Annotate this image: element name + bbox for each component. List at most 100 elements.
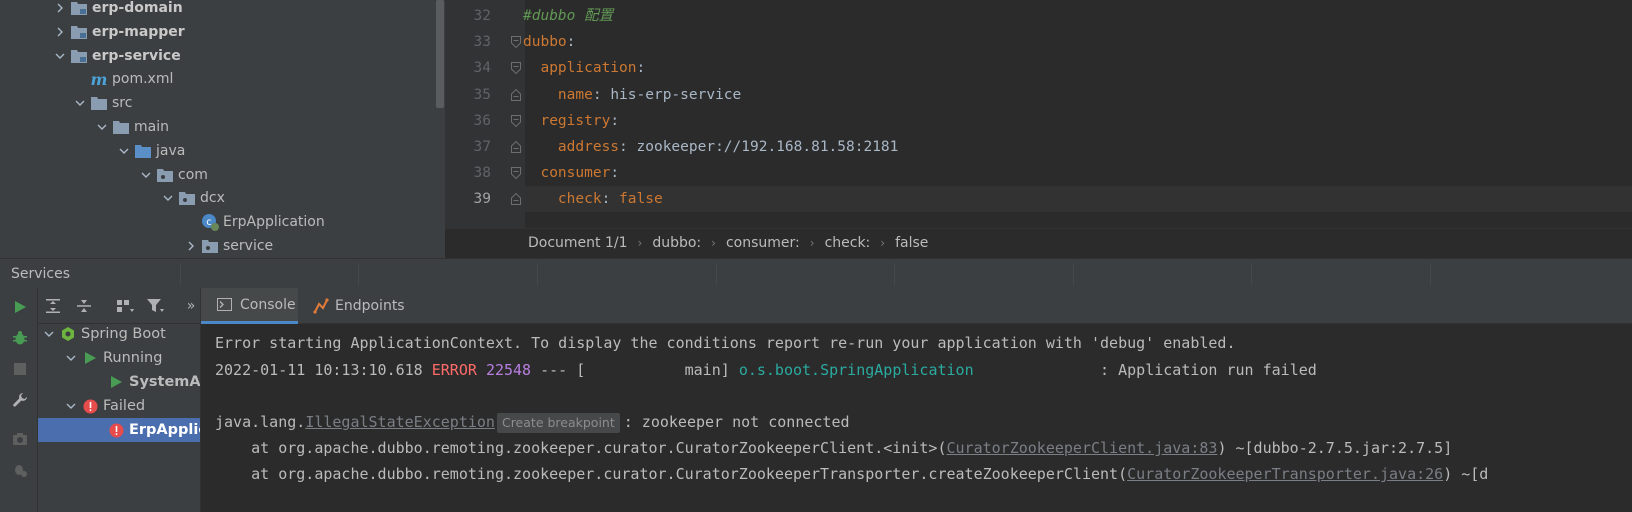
tree-item-erp-mapper[interactable]: erp-mapper	[52, 20, 185, 44]
yaml-key: application	[540, 60, 637, 77]
log-level: ERROR	[431, 361, 477, 379]
breadcrumb-check[interactable]: check:	[825, 235, 871, 251]
fold-close-icon[interactable]	[511, 193, 521, 206]
yaml-key: check	[557, 191, 602, 208]
spring-class-icon: c	[201, 214, 219, 232]
breadcrumb-false[interactable]: false	[895, 235, 928, 251]
code-line[interactable]: check: false	[523, 186, 663, 212]
chevron-right-icon: ›	[637, 235, 643, 250]
project-tree: erp-domain erp-mapper erp-service m pom.xml s…	[0, 0, 445, 268]
tree-item-erp-service[interactable]: erp-service	[52, 44, 181, 68]
tree-item-label: src	[112, 95, 133, 112]
filter-icon[interactable]	[144, 295, 166, 317]
tree-scrollbar[interactable]	[436, 0, 444, 108]
collapse-all-icon[interactable]	[73, 295, 95, 317]
run-icon	[108, 374, 124, 390]
chevron-down-icon[interactable]	[116, 146, 132, 156]
tree-item-erpapplication[interactable]: c ErpApplication	[183, 210, 325, 234]
more-icon[interactable]: »	[180, 295, 202, 317]
yaml-key: consumer	[540, 165, 611, 182]
run-icon[interactable]	[9, 296, 31, 318]
chevron-right-icon[interactable]	[183, 241, 199, 251]
chevron-down-icon[interactable]	[160, 193, 176, 203]
console-line: at org.apache.dubbo.remoting.zookeeper.c…	[215, 439, 1453, 457]
spring-boot-icon	[60, 326, 76, 342]
yaml-key: name	[557, 86, 593, 103]
exception-link[interactable]: IllegalStateException	[305, 413, 495, 431]
breadcrumb-consumer[interactable]: consumer:	[726, 235, 800, 251]
wrench-icon[interactable]	[9, 389, 31, 411]
chevron-down-icon[interactable]	[72, 98, 88, 108]
code-line[interactable]: dubbo:	[523, 29, 575, 55]
console-icon	[217, 298, 232, 311]
service-item-failed[interactable]: Failed	[38, 394, 200, 418]
current-line-highlight	[525, 186, 1632, 212]
debug-icon[interactable]	[9, 327, 31, 349]
service-item-running[interactable]: Running	[38, 346, 200, 370]
service-item-label: Running	[103, 350, 163, 366]
console-output[interactable]: Error starting ApplicationContext. To di…	[200, 324, 1632, 512]
maven-icon: m	[90, 69, 108, 89]
service-item-label: Failed	[103, 398, 146, 414]
tree-item-label: ErpApplication	[223, 214, 325, 231]
code-comment: #dubbo 配置	[523, 8, 614, 24]
chevron-right-icon: ›	[809, 235, 815, 250]
tree-item-com[interactable]: com	[138, 163, 208, 187]
tab-endpoints[interactable]: Endpoints	[313, 288, 423, 324]
chevron-down-icon[interactable]	[64, 401, 78, 411]
chevron-down-icon[interactable]	[64, 353, 78, 363]
tree-item-label: main	[134, 119, 169, 135]
service-item-systemap[interactable]: SystemAp	[38, 370, 200, 394]
service-item-erpapplica[interactable]: ErpApplica	[38, 418, 200, 442]
service-item-spring-boot[interactable]: Spring Boot	[38, 324, 200, 346]
tree-item-dcx[interactable]: dcx	[160, 186, 225, 210]
chevron-right-icon[interactable]	[52, 3, 68, 13]
yaml-key: registry	[540, 112, 611, 129]
chevron-down-icon[interactable]	[52, 51, 68, 61]
tree-item-label: pom.xml	[112, 71, 174, 88]
tree-item-java[interactable]: java	[116, 139, 185, 163]
fold-open-icon[interactable]	[511, 114, 521, 128]
settings-bug-icon[interactable]	[9, 459, 31, 481]
create-breakpoint-hint[interactable]: Create breakpoint	[496, 413, 620, 433]
source-folder-icon	[134, 143, 152, 159]
tree-item-erp-domain[interactable]: erp-domain	[52, 0, 183, 20]
expand-all-icon[interactable]	[42, 295, 64, 317]
tree-item-main[interactable]: main	[94, 115, 169, 139]
fold-open-icon[interactable]	[511, 62, 521, 75]
package-icon	[178, 190, 196, 206]
code-line[interactable]: registry:	[523, 108, 619, 134]
stop-icon[interactable]	[9, 358, 31, 380]
code-line[interactable]: application:	[523, 55, 645, 81]
stacktrace-link[interactable]: CuratorZookeeperTransporter.java:26	[1127, 465, 1443, 483]
console-line: 2022-01-11 10:13:10.618 ERROR 22548 --- …	[215, 361, 1317, 379]
yaml-value: zookeeper://192.168.81.58:2181	[636, 139, 899, 155]
code-line[interactable]: consumer:	[523, 160, 619, 186]
services-tool-strip	[0, 288, 38, 512]
tree-item-service[interactable]: service	[183, 234, 273, 258]
service-item-label: ErpApplica	[129, 422, 200, 438]
fold-open-icon[interactable]	[511, 36, 521, 49]
chevron-down-icon[interactable]	[138, 170, 154, 180]
code-line[interactable]: name: his-erp-service	[523, 82, 741, 108]
fold-close-icon[interactable]	[511, 140, 521, 153]
code-line[interactable]: address: zookeeper://192.168.81.58:2181	[523, 134, 898, 160]
tree-item-src[interactable]: src	[72, 91, 132, 115]
chevron-down-icon[interactable]	[42, 329, 56, 339]
line-number: 33	[473, 34, 491, 51]
chevron-down-icon[interactable]	[94, 122, 110, 132]
fold-open-icon[interactable]	[511, 167, 521, 180]
fold-close-icon[interactable]	[511, 88, 521, 101]
tab-console[interactable]: Console	[201, 288, 298, 324]
code-line[interactable]: #dubbo 配置	[523, 3, 613, 29]
line-number: 32	[473, 8, 491, 24]
breadcrumb-dubbo[interactable]: dubbo:	[652, 235, 701, 251]
group-by-icon[interactable]	[114, 295, 136, 317]
camera-icon[interactable]	[9, 428, 31, 450]
chevron-right-icon[interactable]	[52, 27, 68, 37]
yaml-key: dubbo	[523, 34, 567, 51]
code-editor[interactable]: 32 #dubbo 配置 33 dubbo: 34 application: 35 nam…	[445, 0, 1632, 228]
breadcrumb-document[interactable]: Document 1/1	[528, 235, 628, 251]
stacktrace-link[interactable]: CuratorZookeeperClient.java:83	[947, 439, 1218, 457]
tree-item-pom-xml[interactable]: m pom.xml	[72, 67, 174, 91]
